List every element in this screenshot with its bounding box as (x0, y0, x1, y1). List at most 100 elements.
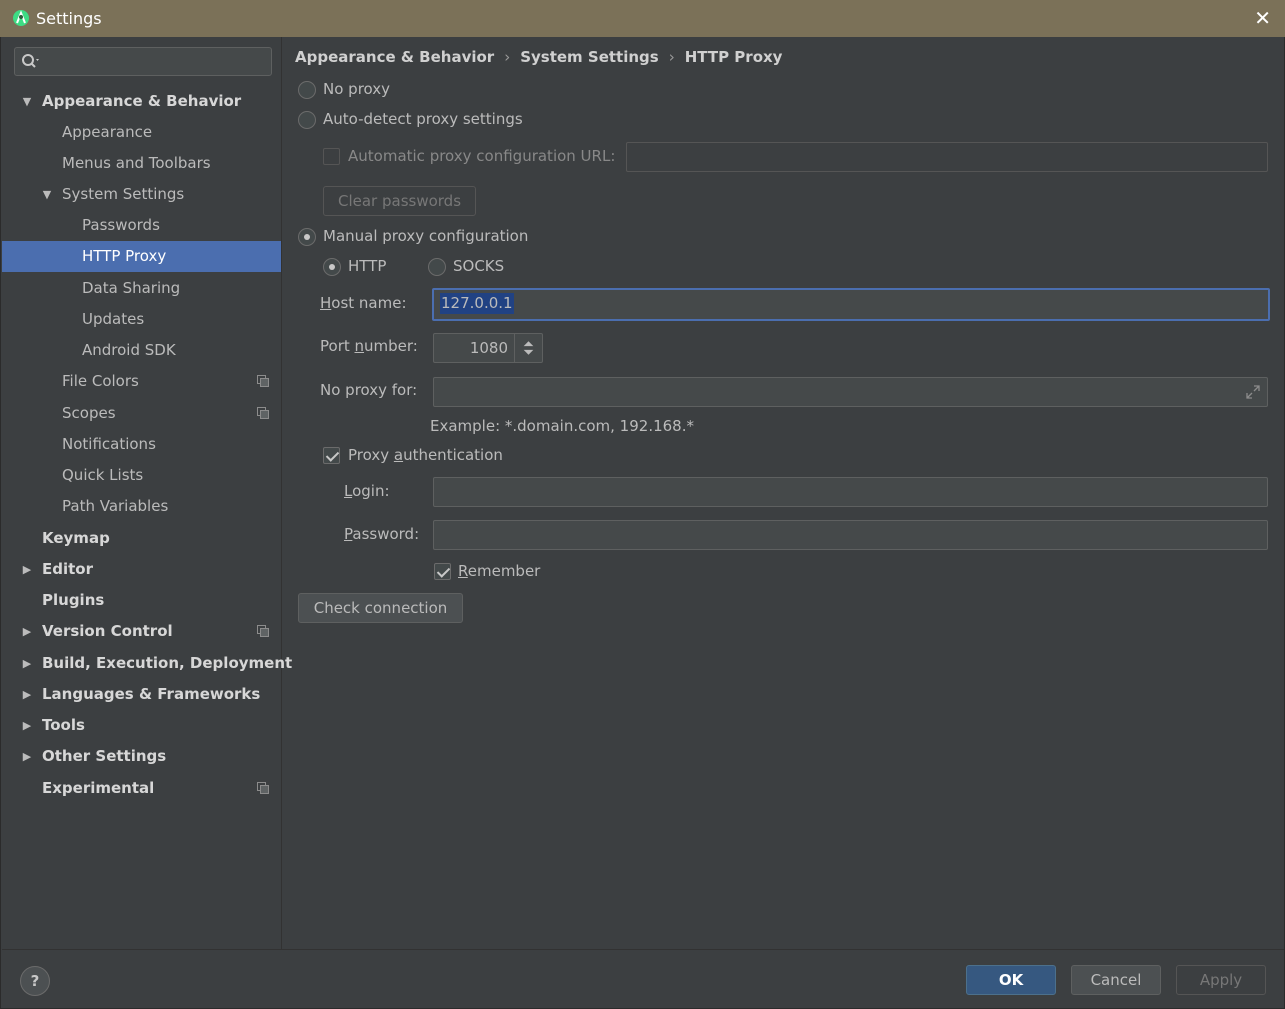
breadcrumb-item: HTTP Proxy (684, 48, 783, 66)
no-proxy-for-field[interactable] (433, 377, 1268, 407)
tree-item-quick-lists[interactable]: Quick Lists (2, 460, 281, 491)
no-proxy-radio[interactable] (298, 81, 316, 99)
tree-item-data-sharing[interactable]: Data Sharing (2, 273, 281, 304)
breadcrumb-separator: › (668, 48, 675, 66)
android-studio-icon (13, 10, 29, 26)
host-name-value: 127.0.0.1 (440, 293, 514, 314)
example-hint: Example: *.domain.com, 192.168.* (430, 417, 694, 435)
tree-item-label: Version Control (42, 622, 173, 640)
host-name-field[interactable]: 127.0.0.1 (432, 288, 1270, 321)
login-field[interactable] (433, 477, 1268, 507)
label-text: uthentication (403, 446, 503, 464)
breadcrumb-separator: › (504, 48, 511, 66)
tree-item-http-proxy[interactable]: HTTP Proxy (2, 241, 281, 272)
tree-item-appearance-behavior[interactable]: ▼ Appearance & Behavior (2, 86, 281, 117)
tree-item-label: Keymap (42, 529, 110, 547)
title-bar: Settings ✕ (0, 0, 1285, 37)
ok-button[interactable]: OK (966, 965, 1056, 995)
settings-sidebar: ▼ Appearance & Behavior Appearance Menus… (2, 37, 292, 949)
mnemonic: n (354, 337, 365, 355)
http-radio[interactable] (323, 258, 341, 276)
port-number-spinner[interactable]: 1080 (433, 333, 543, 363)
tree-item-system-settings[interactable]: ▼ System Settings (2, 179, 281, 210)
tree-item-label: File Colors (62, 372, 139, 390)
tree-item-scopes[interactable]: Scopes (2, 398, 281, 429)
collapsed-arrow-icon[interactable]: ▶ (20, 710, 34, 741)
manual-proxy-radio[interactable] (298, 228, 316, 246)
no-proxy-for-label: No proxy for: (320, 381, 418, 399)
collapsed-arrow-icon[interactable]: ▶ (20, 554, 34, 585)
tree-item-appearance[interactable]: Appearance (2, 117, 281, 148)
collapsed-arrow-icon[interactable]: ▶ (20, 741, 34, 772)
proxy-authentication-label: Proxy authentication (348, 446, 503, 464)
tree-item-passwords[interactable]: Passwords (2, 210, 281, 241)
remember-checkbox[interactable] (434, 563, 451, 580)
password-label: Password: (344, 525, 419, 543)
tree-item-plugins[interactable]: Plugins (2, 585, 281, 616)
search-icon[interactable] (21, 53, 41, 71)
http-label: HTTP (348, 257, 387, 275)
password-field[interactable] (433, 520, 1268, 550)
tree-item-tools[interactable]: ▶ Tools (2, 710, 281, 741)
tree-item-other-settings[interactable]: ▶ Other Settings (2, 741, 281, 772)
tree-item-label: Updates (82, 310, 145, 328)
auto-config-url-checkbox[interactable] (323, 148, 340, 165)
manual-proxy-label: Manual proxy configuration (323, 227, 529, 245)
tree-item-label: Build, Execution, Deployment (42, 654, 293, 672)
expanded-arrow-icon[interactable]: ▼ (20, 86, 34, 117)
project-level-icon (257, 625, 269, 637)
tree-item-label: Quick Lists (62, 466, 144, 484)
tree-item-build-execution-deployment[interactable]: ▶ Build, Execution, Deployment (2, 648, 292, 679)
search-input[interactable] (14, 47, 272, 76)
close-icon[interactable]: ✕ (1254, 6, 1271, 30)
port-number-value: 1080 (469, 339, 508, 357)
tree-item-label: System Settings (62, 185, 185, 203)
tree-item-languages-frameworks[interactable]: ▶ Languages & Frameworks (2, 679, 281, 710)
tree-item-android-sdk[interactable]: Android SDK (2, 335, 281, 366)
expand-icon[interactable] (1245, 384, 1261, 400)
breadcrumb: Appearance & Behavior › System Settings › HT… (295, 48, 782, 66)
spinner-arrows-icon[interactable] (514, 334, 542, 362)
tree-item-label: Languages & Frameworks (42, 685, 261, 703)
collapsed-arrow-icon[interactable]: ▶ (20, 679, 34, 710)
expanded-arrow-icon[interactable]: ▼ (40, 179, 54, 210)
mnemonic: a (393, 446, 404, 464)
tree-item-experimental[interactable]: Experimental (2, 773, 281, 804)
mnemonic: H (320, 294, 332, 312)
tree-item-version-control[interactable]: ▶ Version Control (2, 616, 281, 647)
label-text: Proxy (348, 446, 394, 464)
tree-item-label: HTTP Proxy (82, 247, 167, 265)
tree-item-file-colors[interactable]: File Colors (2, 366, 281, 397)
tree-item-label: Experimental (42, 779, 155, 797)
tree-item-keymap[interactable]: Keymap (2, 523, 281, 554)
help-icon[interactable]: ? (20, 966, 50, 996)
mnemonic: L (344, 482, 353, 500)
tree-item-label: Appearance (62, 123, 153, 141)
clear-passwords-button[interactable]: Clear passwords (323, 186, 476, 216)
apply-button[interactable]: Apply (1176, 965, 1266, 995)
proxy-authentication-checkbox[interactable] (323, 447, 340, 464)
tree-item-editor[interactable]: ▶ Editor (2, 554, 281, 585)
auto-config-url-field[interactable] (626, 142, 1268, 172)
remember-label: Remember (458, 562, 540, 580)
collapsed-arrow-icon[interactable]: ▶ (20, 648, 34, 679)
check-connection-button[interactable]: Check connection (298, 593, 463, 623)
label-text: assword: (352, 525, 420, 543)
project-level-icon (257, 407, 269, 419)
tree-item-path-variables[interactable]: Path Variables (2, 491, 281, 522)
cancel-button[interactable]: Cancel (1071, 965, 1161, 995)
tree-item-notifications[interactable]: Notifications (2, 429, 281, 460)
port-number-label: Port number: (320, 337, 418, 355)
socks-radio[interactable] (428, 258, 446, 276)
tree-item-menus-toolbars[interactable]: Menus and Toolbars (2, 148, 281, 179)
collapsed-arrow-icon[interactable]: ▶ (20, 616, 34, 647)
tree-item-label: Plugins (42, 591, 105, 609)
tree-item-label: Passwords (82, 216, 160, 234)
tree-item-updates[interactable]: Updates (2, 304, 281, 335)
project-level-icon (257, 782, 269, 794)
tree-item-label: Tools (42, 716, 85, 734)
tree-item-label: Data Sharing (82, 279, 181, 297)
auto-detect-radio[interactable] (298, 111, 316, 129)
tree-item-label: Editor (42, 560, 93, 578)
tree-item-label: Android SDK (82, 341, 176, 359)
